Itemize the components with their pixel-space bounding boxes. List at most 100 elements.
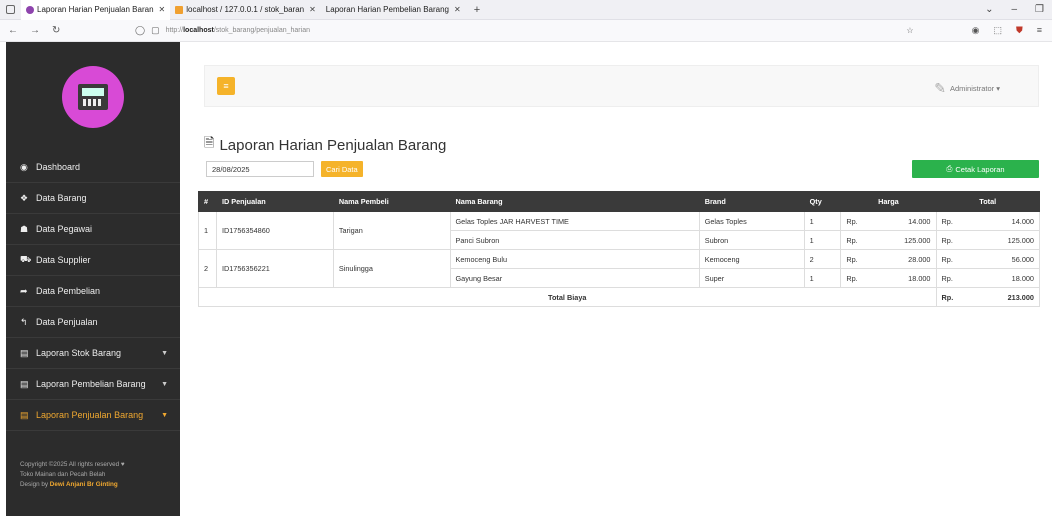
date-field[interactable]: 28/08/2025: [206, 161, 314, 177]
item-total: 14.000: [958, 211, 1041, 231]
favicon-icon: [26, 5, 34, 14]
nav-buttons: ← → ↻: [0, 25, 135, 36]
price-currency: Rp.: [840, 268, 863, 288]
user-menu[interactable]: ✎ Administrator ▾: [934, 80, 1000, 97]
users-icon: ☗: [20, 223, 29, 234]
sales-report-table: # ID Penjualan Nama Pembeli Nama Barang …: [198, 191, 1041, 307]
avatar: ✎: [934, 80, 946, 96]
price-currency: Rp.: [840, 249, 863, 269]
minimize-icon[interactable]: –: [1011, 4, 1017, 15]
page-title-text: Laporan Harian Penjualan Barang: [219, 136, 447, 154]
sidebar-item-label: Laporan Stok Barang: [36, 348, 122, 358]
close-tab-icon[interactable]: ✕: [454, 5, 461, 14]
sidebar-item-laporan-stok[interactable]: ▤ Laporan Stok Barang ▼: [6, 338, 180, 369]
table-header-row: # ID Penjualan Nama Pembeli Nama Barang …: [198, 191, 1040, 212]
sidebar-item-laporan-pembelian[interactable]: ▤ Laporan Pembelian Barang ▼: [6, 369, 180, 400]
url-field[interactable]: ◯ ▢ http://localhost/stok_barang/penjual…: [135, 25, 906, 36]
tab-laporan-pembelian[interactable]: Laporan Harian Pembelian Barang ✕: [321, 0, 466, 20]
truck-icon: ⛟: [20, 254, 32, 264]
sidebar-item-data-pegawai[interactable]: ☗ Data Pegawai: [6, 214, 180, 245]
sidebar-item-data-barang[interactable]: ❖ Data Barang: [6, 183, 180, 214]
column-header: #: [198, 191, 217, 212]
column-header: Qty: [803, 191, 842, 212]
shield-icon: ◯: [135, 25, 146, 35]
buyer-name: Tarigan: [332, 211, 451, 250]
top-navbar: ≡ ✎ Administrator ▾: [204, 65, 1039, 107]
store-name: Toko Mainan dan Pecah Belah: [20, 471, 106, 478]
file-icon: ▤: [20, 409, 29, 420]
sidebar-item-label: Laporan Pembelian Barang: [36, 379, 146, 389]
page-title: 🗎 Laporan Harian Penjualan Barang: [204, 134, 446, 156]
tab-phpmyadmin[interactable]: localhost / 127.0.0.1 / stok_baran ✕: [170, 0, 321, 20]
sidebar-menu: ◉ Dashboard ❖ Data Barang ☗ Data Pegawai ⛟ D…: [6, 152, 180, 431]
browser-window: Laporan Harian Penjualan Baran ✕ localho…: [0, 0, 1052, 516]
sidebar-item-data-penjualan[interactable]: ↰ Data Penjualan: [6, 307, 180, 338]
item-name: Gelas Toples JAR HARVEST TIME: [449, 211, 700, 231]
toolbar-icons: ◉ ⬚ ⛊ ≡: [972, 25, 1052, 36]
total-currency: Rp.: [935, 230, 959, 250]
sidebar-item-label: Dashboard: [36, 162, 81, 172]
sidebar-item-data-pembelian[interactable]: ➦ Data Pembelian: [6, 276, 180, 307]
search-data-button[interactable]: Cari Data: [321, 161, 363, 177]
tab-laporan-penjualan[interactable]: Laporan Harian Penjualan Baran ✕: [21, 0, 171, 20]
hamburger-menu-icon[interactable]: ≡: [217, 77, 235, 95]
sidebar-item-data-supplier[interactable]: ⛟ Data Supplier: [6, 245, 180, 276]
item-brand: Kemoceng: [698, 249, 805, 269]
sidebar-item-laporan-penjualan[interactable]: ▤ Laporan Penjualan Barang ▼: [6, 400, 180, 431]
item-total: 56.000: [958, 249, 1041, 269]
url-host: localhost: [183, 27, 214, 34]
bookmark-star-icon[interactable]: ☆: [906, 26, 913, 35]
ublock-icon[interactable]: ⛊: [1016, 25, 1023, 36]
item-price: 18.000: [862, 268, 937, 288]
reload-icon[interactable]: ↻: [52, 25, 60, 36]
caret-down-icon: ▼: [161, 349, 168, 357]
restore-icon[interactable]: ❐: [1035, 4, 1044, 15]
price-currency: Rp.: [840, 230, 863, 250]
sidebar-item-label: Laporan Penjualan Barang: [36, 410, 144, 420]
close-tab-icon[interactable]: ✕: [309, 5, 316, 14]
table-row: 1 ID1756354860 Tarigan Gelas Toples JAR …: [198, 211, 1041, 250]
url-text: http://localhost/stok_barang/penjualan_h…: [166, 27, 310, 34]
dashboard-icon: ◉: [20, 161, 28, 172]
file-icon: ▤: [20, 347, 29, 358]
item-qty: 1: [803, 268, 842, 288]
table-row: 2 ID1756356221 Sinulingga Kemoceng Bulu …: [198, 249, 1041, 288]
forward-icon[interactable]: →: [30, 25, 40, 36]
column-header: Nama Pembeli: [332, 191, 451, 212]
window-controls: ⌄ – ❐: [985, 4, 1052, 15]
table-footer-row: Total Biaya Rp. 213.000: [198, 287, 1041, 307]
tab-overview-icon[interactable]: [6, 5, 15, 14]
row-number: 2: [198, 249, 217, 288]
item-name: Panci Subron: [449, 230, 700, 250]
account-icon[interactable]: ◉: [972, 25, 980, 36]
page-icon: ▢: [151, 25, 160, 35]
chevron-down-icon[interactable]: ⌄: [985, 4, 993, 15]
column-header: Harga: [840, 191, 937, 212]
print-report-button[interactable]: ⎙ Cetak Laporan: [912, 160, 1039, 178]
new-tab-icon[interactable]: +: [466, 4, 488, 16]
print-label: Cetak Laporan: [955, 164, 1005, 174]
total-cost-value: 213.000: [958, 287, 1041, 307]
column-header: ID Penjualan: [215, 191, 334, 212]
row-number: 1: [198, 211, 217, 250]
item-qty: 1: [803, 211, 842, 231]
tab-label: Laporan Harian Penjualan Baran: [37, 5, 154, 14]
share-icon: ➦: [20, 285, 28, 296]
column-header: Nama Barang: [449, 191, 700, 212]
price-currency: Rp.: [840, 211, 863, 231]
menu-icon[interactable]: ≡: [1037, 25, 1042, 36]
file-icon: ▤: [20, 378, 29, 389]
sidebar-item-label: Data Pegawai: [36, 224, 93, 234]
sale-id: ID1756354860: [215, 211, 334, 250]
close-tab-icon[interactable]: ✕: [159, 5, 166, 14]
item-brand: Subron: [698, 230, 805, 250]
tab-bar: Laporan Harian Penjualan Baran ✕ localho…: [0, 0, 1052, 20]
column-header: Total: [935, 191, 1040, 212]
sidebar-item-dashboard[interactable]: ◉ Dashboard: [6, 152, 180, 183]
tab-label: Laporan Harian Pembelian Barang: [325, 5, 449, 14]
total-cost-currency: Rp.: [935, 287, 959, 307]
extensions-icon[interactable]: ⬚: [993, 25, 1002, 36]
item-total: 125.000: [958, 230, 1041, 250]
design-prefix: Design by: [20, 481, 50, 488]
back-icon[interactable]: ←: [8, 25, 18, 36]
